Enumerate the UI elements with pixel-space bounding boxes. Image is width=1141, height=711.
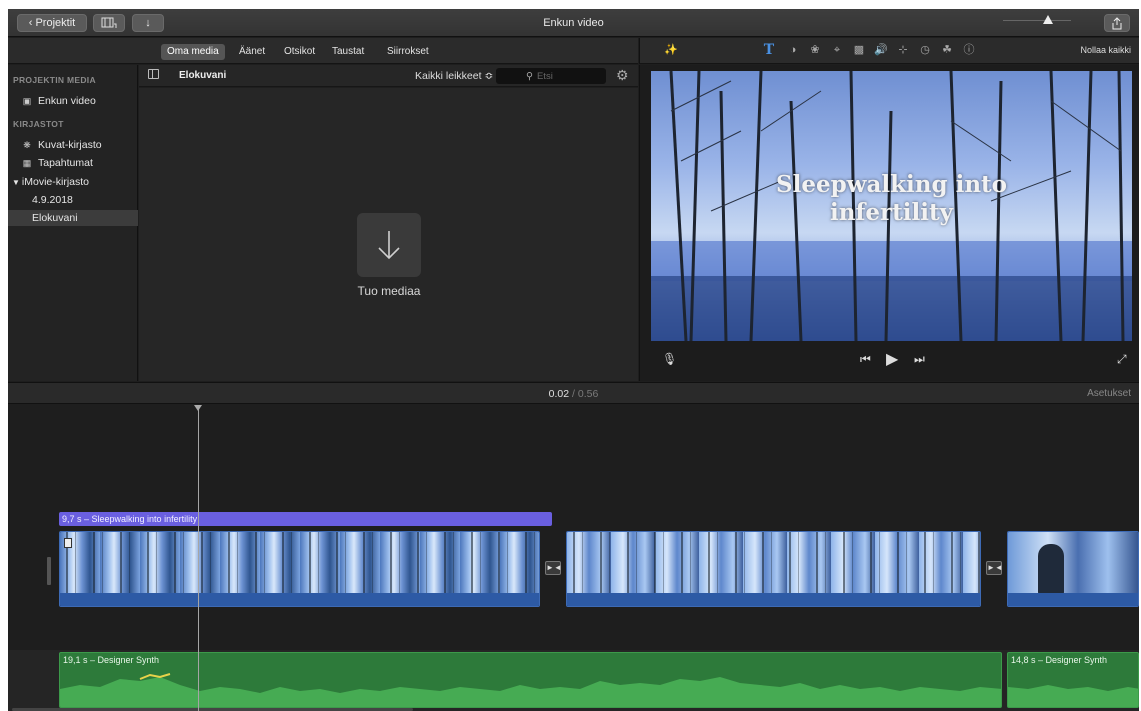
crop-icon[interactable]: ⌖	[830, 43, 844, 57]
person-silhouette-icon	[1038, 544, 1064, 594]
waveform-icon	[1008, 685, 1138, 707]
music-clip-label: 19,1 s – Designer Synth	[63, 655, 160, 665]
sidebar-item-label: iMovie-kirjasto	[21, 176, 90, 188]
clip-thumbnails-overlay	[567, 532, 980, 594]
fullscreen-icon[interactable]: ⤢	[1117, 352, 1127, 367]
title-marker-icon	[64, 538, 72, 548]
sidebar-item-label: Kuvat-kirjasto	[38, 139, 102, 151]
playhead-handle[interactable]	[194, 405, 202, 411]
clip-audio-strip	[1008, 593, 1138, 606]
transition-icon[interactable]: ►◄	[986, 561, 1003, 575]
media-browser-title: Elokuvani	[179, 70, 227, 81]
stabilization-icon[interactable]: ▩	[852, 43, 866, 57]
media-browser-header: Elokuvani Kaikki leikkeet ≎ ⚲ Etsi ⚙	[139, 65, 638, 87]
zoom-slider-track[interactable]	[1003, 20, 1071, 21]
timeline-drag-handle[interactable]	[47, 557, 51, 585]
library-sidebar: PROJEKTIN MEDIA ▣ Enkun video KIRJASTOT …	[8, 65, 138, 381]
sidebar-item-photos-library[interactable]: ❋ Kuvat-kirjasto	[8, 137, 138, 153]
tab-backgrounds[interactable]: Taustat	[326, 44, 370, 60]
sidebar-item-project[interactable]: ▣ Enkun video	[8, 93, 138, 109]
sidebar-item-label: Enkun video	[38, 95, 96, 107]
clapperboard-icon: ▣	[22, 95, 32, 106]
sidebar-item-label: Elokuvani	[32, 212, 78, 224]
search-placeholder: Etsi	[536, 70, 553, 82]
search-field[interactable]: ⚲ Etsi	[496, 68, 606, 84]
color-balance-icon[interactable]: ◑	[786, 43, 800, 57]
clip-thumbnails-overlay	[60, 532, 539, 594]
clip-audio-strip	[567, 593, 980, 606]
sidebar-item-movies[interactable]: Elokuvani	[8, 210, 138, 226]
magic-wand-icon[interactable]: ✨	[664, 43, 678, 57]
adjustment-toolbar: ✨ T ◑ ❀ ⌖ ▩ 🔊 ⊹ ◷ ☘ ⓘ Nollaa kaikki	[639, 38, 1139, 64]
tab-my-media[interactable]: Oma media	[161, 44, 225, 60]
microphone-icon[interactable]: 🎙	[662, 352, 677, 366]
tab-transitions[interactable]: Siirrokset	[381, 44, 435, 60]
title-bar: ‹ Projektit ↓ Enkun video	[8, 9, 1139, 37]
import-media-label: Tuo mediaa	[357, 284, 421, 298]
current-time: 0.02	[548, 388, 570, 400]
video-title-overlay: Sleepwalking into infertility	[651, 171, 1132, 227]
tab-titles[interactable]: Otsikot	[278, 44, 321, 60]
events-icon: ▦	[22, 157, 32, 168]
sidebar-item-date-event[interactable]: 4.9.2018	[8, 192, 138, 208]
imovie-window: ‹ Projektit ↓ Enkun video Oma media Ääne…	[8, 9, 1139, 711]
time-separator: /	[572, 388, 575, 400]
libraries-header: KIRJASTOT	[13, 119, 64, 129]
browser-tabs: Oma media Äänet Otsikot Taustat Siirroks…	[8, 38, 638, 64]
disclosure-triangle-icon: ▼	[12, 177, 20, 187]
sidebar-item-imovie-library[interactable]: ▼ iMovie-kirjasto	[8, 174, 138, 190]
video-clip[interactable]	[566, 531, 981, 607]
window-title: Enkun video	[543, 17, 604, 29]
sidebar-item-label: 4.9.2018	[32, 194, 73, 206]
info-icon[interactable]: ⓘ	[962, 43, 976, 57]
timeline-settings-button[interactable]: Asetukset	[1087, 388, 1131, 399]
project-media-header: PROJEKTIN MEDIA	[13, 75, 96, 85]
sidebar-toggle-icon[interactable]	[148, 69, 159, 79]
transition-icon[interactable]: ►◄	[545, 561, 562, 575]
sidebar-item-events[interactable]: ▦ Tapahtumat	[8, 155, 138, 171]
music-clip[interactable]: 19,1 s – Designer Synth	[59, 652, 1002, 708]
photos-icon: ❋	[23, 139, 31, 150]
video-title-line2: infertility	[830, 199, 953, 226]
equalizer-icon[interactable]: ⊹	[896, 43, 910, 57]
sidebar-item-label: Tapahtumat	[38, 157, 93, 169]
video-clip[interactable]	[1007, 531, 1139, 607]
clip-audio-strip	[60, 593, 539, 606]
viewer: Sleepwalking into infertility 🎙 ⏮ ▶ ⏭ ⤢	[639, 65, 1139, 381]
import-media-button[interactable]	[357, 213, 421, 277]
title-clip[interactable]: 9,7 s – Sleepwalking into infertility	[59, 512, 552, 526]
video-title-line1: Sleepwalking into	[775, 171, 1008, 198]
clip-filter-dropdown[interactable]: Kaikki leikkeet ≎	[415, 70, 493, 82]
reset-all-button[interactable]: Nollaa kaikki	[1080, 45, 1131, 55]
music-clip-label: 14,8 s – Designer Synth	[1011, 655, 1108, 665]
waveform-icon	[60, 673, 1001, 707]
arrow-down-icon	[378, 231, 400, 260]
filter-icon[interactable]: ☘	[940, 43, 954, 57]
total-time: 0.56	[577, 388, 599, 400]
play-icon[interactable]: ▶	[886, 349, 898, 369]
gear-icon[interactable]: ⚙	[616, 67, 629, 84]
tab-audio[interactable]: Äänet	[233, 44, 271, 60]
share-button[interactable]	[1104, 14, 1130, 32]
zoom-slider-knob[interactable]	[1043, 15, 1053, 24]
color-palette-icon[interactable]: ❀	[808, 43, 822, 57]
volume-icon[interactable]: 🔊	[874, 43, 888, 57]
speed-icon[interactable]: ◷	[918, 43, 932, 57]
share-icon	[1112, 16, 1122, 29]
skip-forward-icon[interactable]: ⏭	[914, 352, 925, 367]
title-text-icon[interactable]: T	[762, 43, 776, 57]
music-clip[interactable]: 14,8 s – Designer Synth	[1007, 652, 1139, 708]
media-browser: Tuo mediaa	[139, 88, 638, 381]
skip-back-icon[interactable]: ⏮	[860, 352, 871, 367]
search-icon: ⚲	[526, 70, 533, 82]
timecode: 0.02 / 0.56	[8, 388, 1139, 400]
video-preview[interactable]: Sleepwalking into infertility	[651, 71, 1132, 341]
playhead[interactable]	[198, 405, 199, 711]
video-clip[interactable]	[59, 531, 540, 607]
clip-thumbnails	[1008, 532, 1138, 594]
timeline-header: 0.02 / 0.56 Asetukset	[8, 382, 1139, 404]
